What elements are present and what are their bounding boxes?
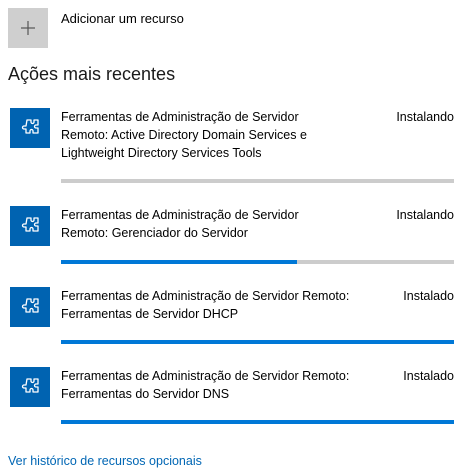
progress-bar (61, 340, 454, 344)
puzzle-icon (10, 206, 50, 246)
status-label: Instalado (403, 369, 454, 383)
progress-fill (61, 420, 454, 424)
plus-icon[interactable] (8, 8, 48, 48)
status-label: Instalando (396, 208, 454, 222)
feature-name: Ferramentas de Administração de Servidor… (61, 110, 307, 160)
progress-fill (61, 340, 454, 344)
progress-bar (61, 260, 454, 264)
add-feature-label: Adicionar um recurso (61, 11, 184, 26)
progress-fill (61, 260, 297, 264)
puzzle-icon (10, 367, 50, 407)
recent-actions-title: Ações mais recentes (8, 64, 176, 84)
feature-name: Ferramentas de Administração de Servidor… (61, 289, 350, 321)
add-feature-button[interactable]: Adicionar um recurso (8, 8, 184, 48)
puzzle-icon (10, 287, 50, 327)
status-label: Instalado (403, 289, 454, 303)
feature-name: Ferramentas de Administração de Servidor… (61, 208, 299, 240)
feature-item-dhcp-tools[interactable]: Ferramentas de Administração de Servidor… (8, 287, 454, 347)
progress-bar (61, 420, 454, 424)
feature-item-ad-ds-tools[interactable]: Ferramentas de Administração de Servidor… (8, 108, 454, 188)
feature-name: Ferramentas de Administração de Servidor… (61, 369, 350, 401)
puzzle-icon (10, 108, 50, 148)
status-label: Instalando (396, 110, 454, 124)
feature-item-dns-tools[interactable]: Ferramentas de Administração de Servidor… (8, 367, 454, 427)
progress-bar (61, 179, 454, 183)
feature-item-server-manager[interactable]: Ferramentas de Administração de Servidor… (8, 206, 454, 266)
